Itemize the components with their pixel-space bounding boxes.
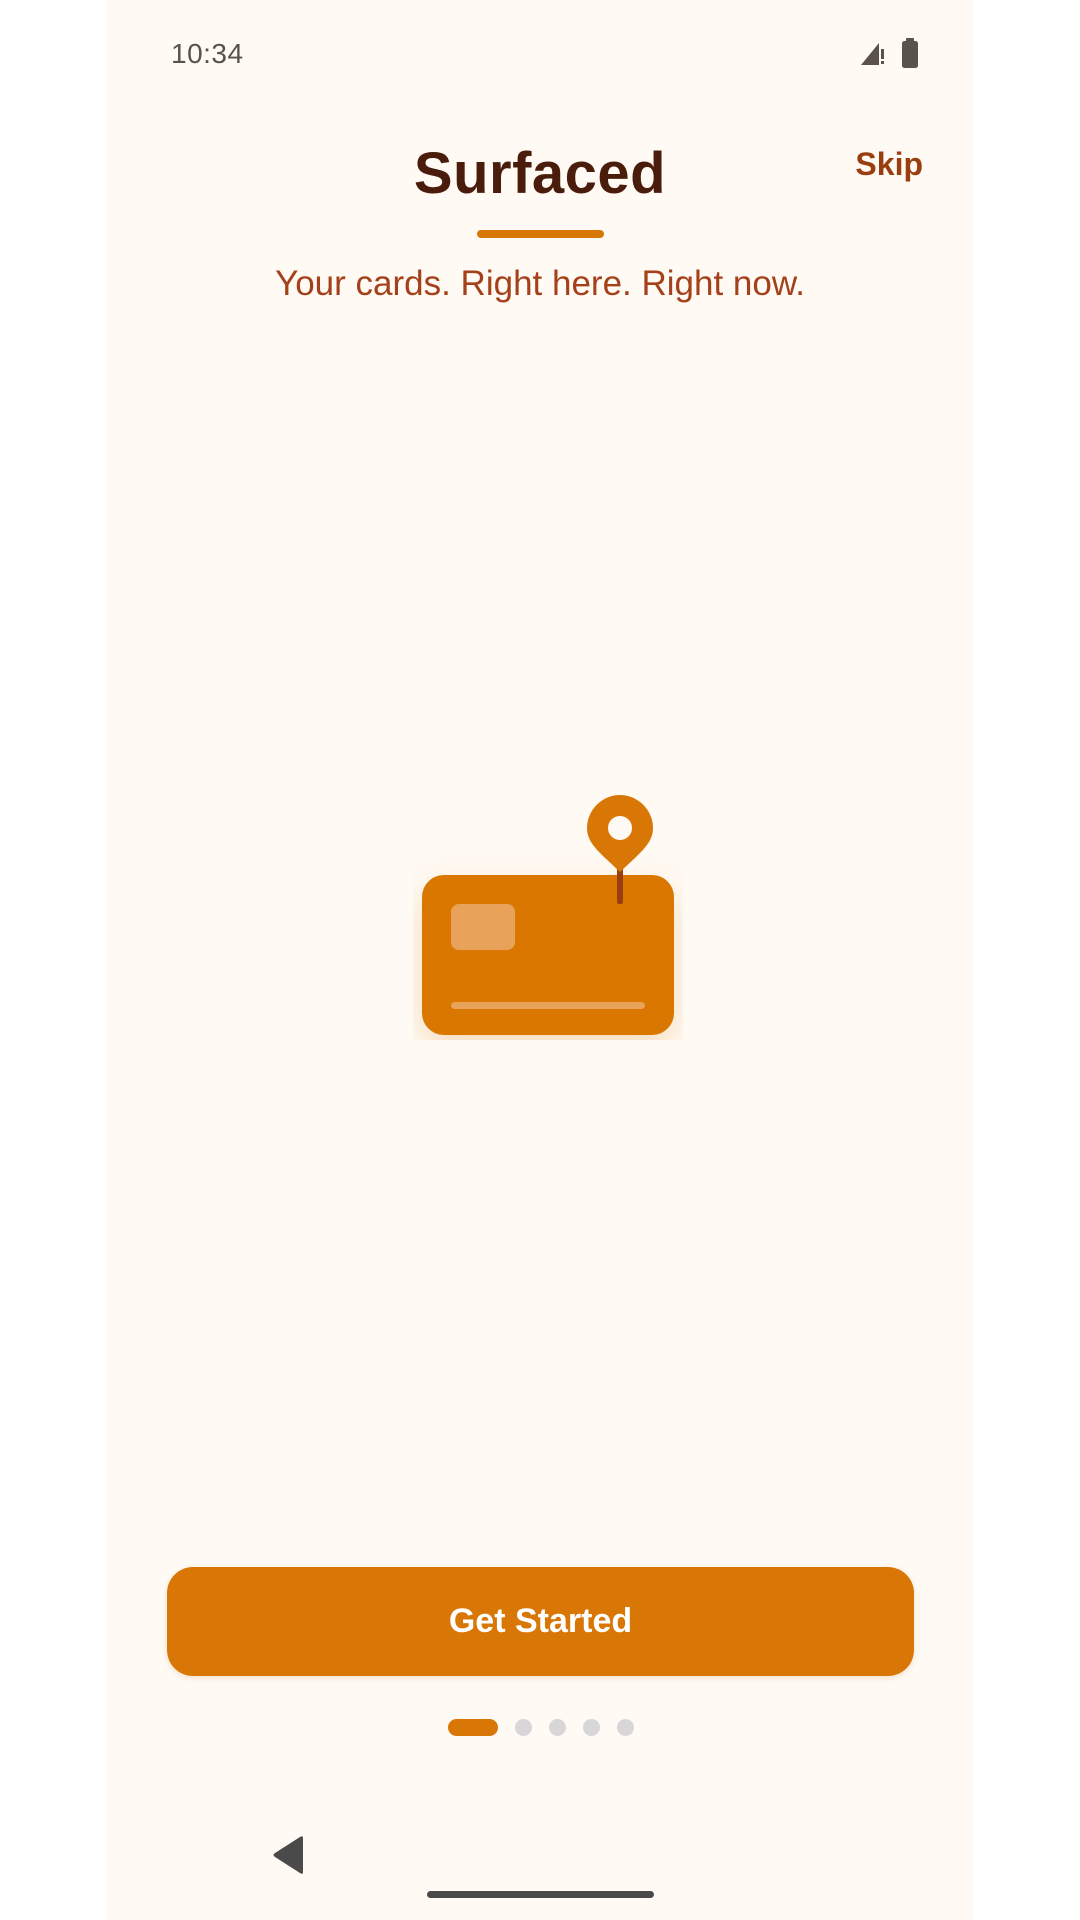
- signal-icon: [861, 43, 884, 65]
- page-dot-1-active[interactable]: [448, 1719, 498, 1736]
- app-title: Surfaced: [413, 141, 667, 206]
- page-dot-3[interactable]: [549, 1719, 566, 1736]
- home-indicator[interactable]: [427, 1891, 654, 1898]
- back-icon[interactable]: [271, 1835, 307, 1875]
- title-underline: [477, 230, 604, 238]
- page-dot-4[interactable]: [583, 1719, 600, 1736]
- onboarding-screen: 10:34 Skip Surfaced Your cards. Right he…: [107, 0, 973, 1920]
- device-frame: 10:34 Skip Surfaced Your cards. Right he…: [0, 0, 1080, 1920]
- tagline: Your cards. Right here. Right now.: [275, 264, 805, 303]
- page-dot-5[interactable]: [617, 1719, 634, 1736]
- status-icons: [859, 38, 919, 68]
- battery-icon: [902, 38, 918, 68]
- get-started-button[interactable]: Get Started: [167, 1567, 914, 1676]
- card-with-location-pin-icon: [422, 795, 674, 1035]
- page-dot-2[interactable]: [515, 1719, 532, 1736]
- page-indicator: [448, 1719, 634, 1736]
- status-time: 10:34: [171, 38, 244, 69]
